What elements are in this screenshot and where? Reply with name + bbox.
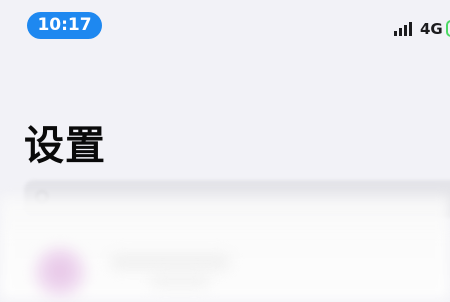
page-title: 设置 (24, 123, 106, 169)
list-item-label-blurred (110, 254, 230, 270)
network-type-label: 4G (420, 20, 443, 38)
battery-icon (446, 20, 450, 37)
avatar (32, 246, 88, 302)
status-bar: 10:17 4G (0, 0, 450, 50)
time-pill: 10:17 (27, 12, 102, 39)
signal-bars-icon (394, 22, 412, 36)
list-item-sublabel-blurred (150, 274, 210, 288)
list-item-profile[interactable] (0, 232, 450, 302)
